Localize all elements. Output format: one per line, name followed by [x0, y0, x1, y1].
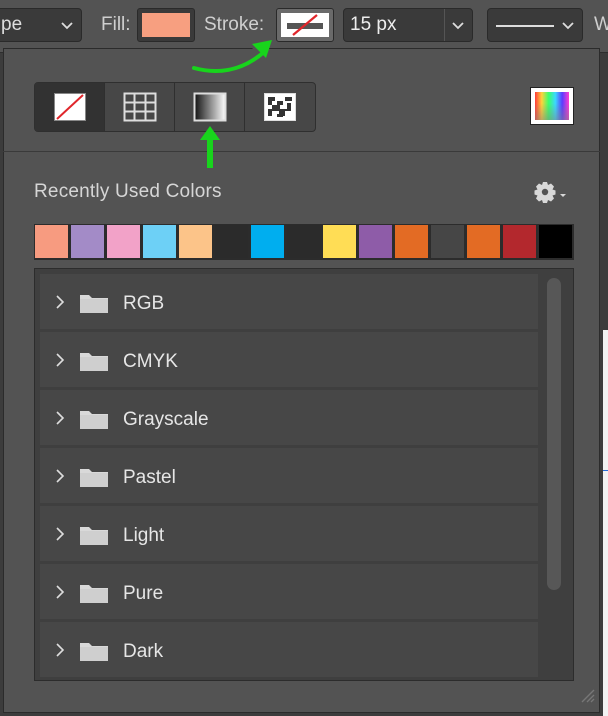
- canvas-edge: [603, 330, 608, 716]
- chevron-right-icon[interactable]: [55, 410, 65, 426]
- no-stroke-icon: [287, 14, 323, 36]
- no-color-button[interactable]: [35, 83, 105, 131]
- swatch-folder-row[interactable]: CMYK: [40, 332, 538, 387]
- folder-icon: [80, 643, 108, 661]
- chevron-right-icon[interactable]: [55, 352, 65, 368]
- stroke-swatch-button[interactable]: [276, 8, 334, 42]
- stroke-size-dropdown[interactable]: 15 px: [343, 8, 473, 42]
- pattern-icon: [264, 93, 296, 121]
- swatch-folder-name: Pure: [123, 583, 164, 604]
- recent-color-swatch[interactable]: [503, 225, 536, 258]
- swatch-folder-name: Pastel: [123, 467, 176, 488]
- gear-icon[interactable]: [534, 180, 568, 204]
- width-label: W: [594, 14, 608, 35]
- chevron-right-icon[interactable]: [55, 294, 65, 310]
- stroke-type-buttons: [34, 82, 316, 132]
- swatch-folder-row[interactable]: Pastel: [40, 448, 538, 503]
- mode-dropdown-value: pe: [1, 14, 23, 35]
- chevron-right-icon[interactable]: [55, 468, 65, 484]
- recent-color-swatch[interactable]: [107, 225, 140, 258]
- recent-color-swatch[interactable]: [395, 225, 428, 258]
- recent-color-swatch[interactable]: [215, 225, 248, 258]
- recent-color-swatch[interactable]: [467, 225, 500, 258]
- chevron-right-icon[interactable]: [55, 584, 65, 600]
- swatch-folder-row[interactable]: RGB: [40, 274, 538, 329]
- fill-label: Fill:: [101, 14, 131, 35]
- swatch-folder-row[interactable]: Light: [40, 506, 538, 561]
- swatch-folder-row[interactable]: Pure: [40, 564, 538, 619]
- recent-color-swatch[interactable]: [539, 225, 572, 258]
- fill-color-chip: [142, 13, 190, 37]
- recent-color-swatch[interactable]: [359, 225, 392, 258]
- stroke-type-dropdown[interactable]: [487, 8, 583, 42]
- recent-colors-title: Recently Used Colors: [34, 181, 222, 202]
- recent-color-swatch[interactable]: [35, 225, 68, 258]
- recent-color-swatch[interactable]: [323, 225, 356, 258]
- folder-icon: [80, 295, 108, 313]
- swatch-folder-name: CMYK: [123, 351, 178, 372]
- recent-color-swatch[interactable]: [251, 225, 284, 258]
- swatch-folder-row[interactable]: Grayscale: [40, 390, 538, 445]
- recent-colors-swatches: [34, 224, 574, 260]
- swatch-folder-name: RGB: [123, 293, 165, 314]
- swatch-folder-name: Light: [123, 525, 165, 546]
- gradient-icon: [193, 92, 227, 122]
- stroke-color-chip: [281, 13, 329, 37]
- recent-color-swatch[interactable]: [431, 225, 464, 258]
- chevron-down-icon: [562, 22, 574, 30]
- folder-icon: [80, 527, 108, 545]
- recent-color-swatch[interactable]: [179, 225, 212, 258]
- mode-dropdown[interactable]: pe: [0, 8, 82, 42]
- canvas-guide-line: [603, 470, 608, 471]
- swatch-folder-name: Dark: [123, 641, 164, 662]
- recent-color-swatch[interactable]: [287, 225, 320, 258]
- chevron-right-icon[interactable]: [55, 526, 65, 542]
- stroke-label: Stroke:: [204, 14, 265, 35]
- stroke-size-value: 15 px: [350, 14, 397, 35]
- chevron-right-icon[interactable]: [55, 642, 65, 658]
- gradient-button[interactable]: [175, 83, 245, 131]
- solid-line-icon: [496, 25, 554, 27]
- recent-color-swatch[interactable]: [143, 225, 176, 258]
- pattern-button[interactable]: [245, 83, 315, 131]
- swatch-folder-list: RGB CMYK Grayscale Pastel Light Pure Dark: [34, 268, 574, 681]
- fill-swatch-button[interactable]: [137, 8, 195, 42]
- folder-icon: [80, 411, 108, 429]
- folder-icon: [80, 353, 108, 371]
- resize-grip-icon[interactable]: [578, 686, 596, 704]
- swatch-folder-row[interactable]: Dark: [40, 622, 538, 677]
- folder-icon: [80, 585, 108, 603]
- solid-color-grid-icon: [123, 92, 157, 122]
- folder-icon: [80, 469, 108, 487]
- panel-caret: [252, 42, 268, 49]
- color-picker-button[interactable]: [530, 87, 574, 125]
- chevron-down-icon: [452, 22, 464, 30]
- chevron-down-icon: [61, 22, 73, 30]
- recent-color-swatch[interactable]: [71, 225, 104, 258]
- color-spectrum-icon: [535, 92, 569, 120]
- options-bar: pe Fill: Stroke: 15 px W: [0, 0, 608, 53]
- dropdown-divider: [444, 9, 445, 41]
- no-color-icon: [54, 93, 86, 121]
- swatch-folder-name: Grayscale: [123, 409, 209, 430]
- panel-divider: [3, 151, 600, 152]
- solid-color-button[interactable]: [105, 83, 175, 131]
- list-scrollbar[interactable]: [547, 278, 561, 590]
